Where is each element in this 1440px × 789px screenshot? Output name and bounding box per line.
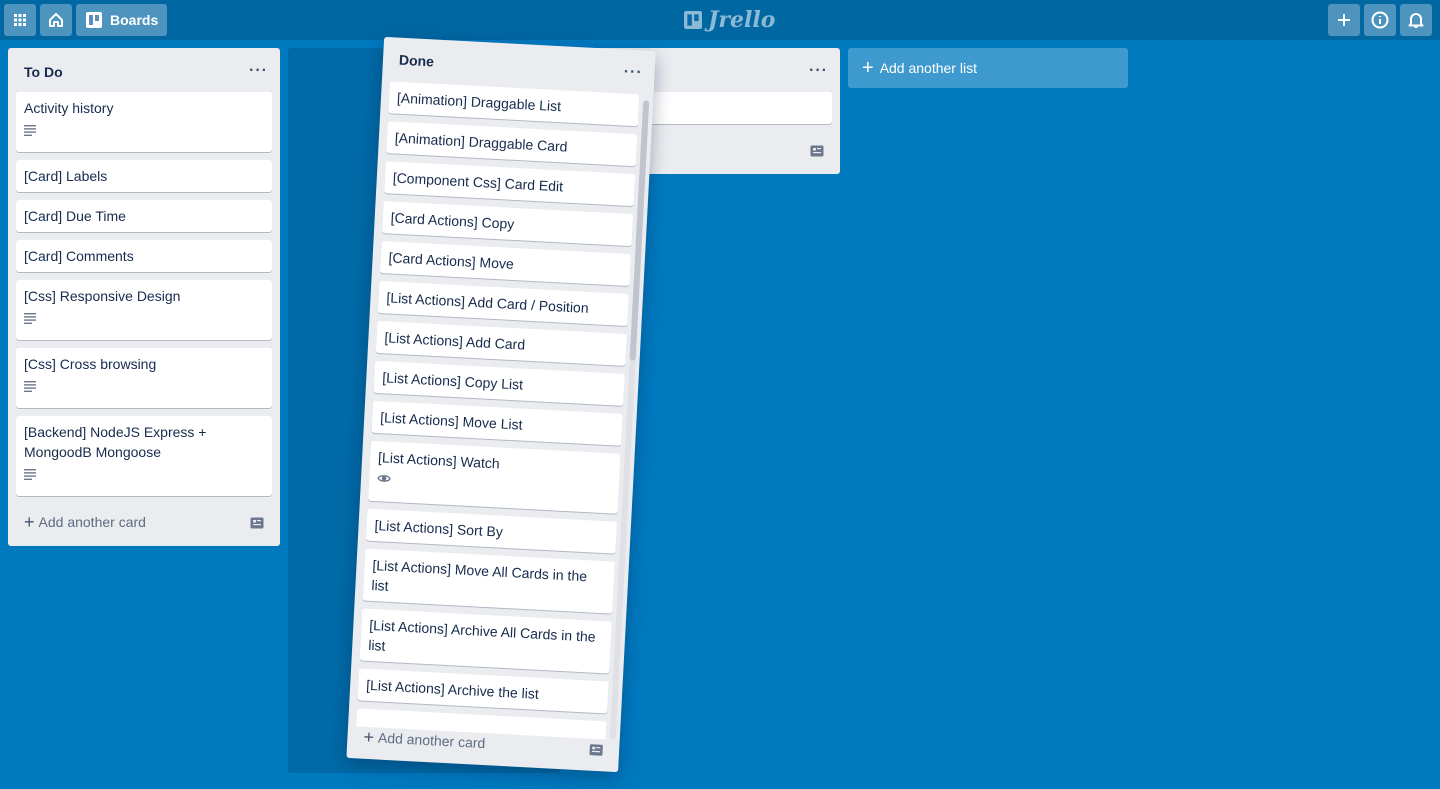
logo-board-icon <box>684 11 702 29</box>
list-title[interactable]: Done <box>399 52 435 70</box>
watch-eye-icon <box>377 475 391 482</box>
apps-button[interactable] <box>4 4 36 36</box>
card[interactable]: [Animation] Draggable List <box>388 81 640 127</box>
plus-icon: + <box>24 512 35 532</box>
card[interactable]: [Card] Comments <box>16 240 272 272</box>
info-button[interactable] <box>1364 4 1396 36</box>
card-list: [Animation] Draggable List [Animation] D… <box>356 81 640 740</box>
card[interactable]: [List Actions] Move All Cards in the lis… <box>362 548 616 614</box>
card-title: [Card] Comments <box>24 248 134 264</box>
card-title: [List Actions] Add Card <box>384 329 526 353</box>
card-title: [List Actions] Move All Cards in the lis… <box>371 557 588 594</box>
card[interactable]: [List Actions] Archive All Cards in the … <box>359 608 612 674</box>
card[interactable]: [List Actions] Archive the list <box>357 668 609 714</box>
boards-button[interactable]: Boards <box>76 4 167 36</box>
card-template-icon[interactable] <box>810 145 824 157</box>
card[interactable]: [List Actions] Copy List <box>373 360 625 406</box>
card-title: [Backend] NodeJS Express + MongoodB Mong… <box>24 424 207 460</box>
list-menu-button[interactable]: ··· <box>623 63 643 81</box>
card-title: [List Actions] Copy List <box>381 369 524 393</box>
plus-icon: + <box>363 726 375 748</box>
add-list-label: Add another list <box>879 60 977 76</box>
card[interactable]: [Animation] Draggable Card <box>386 121 638 167</box>
card[interactable]: [Component Css] Card Edit <box>384 161 636 207</box>
bell-icon <box>1408 13 1424 28</box>
info-icon <box>1371 11 1389 29</box>
list-done-dragging[interactable]: Done ··· [Animation] Draggable List [Ani… <box>346 36 656 773</box>
description-icon <box>24 313 36 324</box>
card[interactable]: [List Actions] Sort By <box>365 508 618 554</box>
card[interactable]: [Backend] NodeJS Express + MongoodB Mong… <box>16 416 272 496</box>
card-title: [Animation] Draggable List <box>396 89 562 115</box>
add-card-button[interactable]: + Add another card <box>24 512 146 532</box>
add-card-label: Add another card <box>38 514 146 530</box>
card[interactable]: [List Actions] Move List <box>371 400 623 446</box>
card-title: Activity history <box>24 100 114 116</box>
card-title: [Card] Due Time <box>24 208 126 224</box>
card[interactable]: [List Actions] Add Card <box>375 320 627 366</box>
notifications-button[interactable] <box>1400 4 1432 36</box>
card[interactable]: [Css] Cross browsing <box>16 348 272 408</box>
card-title: [List Actions] Move List <box>379 409 523 433</box>
list-title[interactable]: To Do <box>24 64 63 80</box>
card-title: [Component Css] Card Edit <box>392 169 564 195</box>
card-title: [List Actions] Sort By <box>374 517 504 540</box>
card-title: [Card] Labels <box>24 168 108 184</box>
card[interactable]: [Card Actions] Move <box>379 241 632 287</box>
home-button[interactable] <box>40 4 72 36</box>
create-button[interactable] <box>1328 4 1360 36</box>
top-bar: Boards Jrello <box>0 0 1440 40</box>
card[interactable]: [List Actions] Add Card / Position <box>377 280 630 327</box>
card[interactable]: [Card Actions] Copy <box>381 201 634 247</box>
card-title: [Css] Cross browsing <box>24 356 157 372</box>
description-icon <box>24 469 36 480</box>
card-title: [Animation] Draggable Card <box>394 129 568 155</box>
card-title: [List Actions] Archive All Cards in the … <box>367 616 596 654</box>
add-list-button[interactable]: + Add another list <box>848 48 1128 88</box>
card[interactable]: [Card] Due Time <box>16 200 272 232</box>
card[interactable]: [Css] Responsive Design <box>16 280 272 340</box>
card-title: [Card Actions] Copy <box>390 209 515 232</box>
card-title: [Card Actions] Move <box>388 249 515 272</box>
apps-grid-icon <box>14 14 26 26</box>
app-logo[interactable]: Jrello <box>684 6 775 34</box>
card-template-icon[interactable] <box>589 744 604 757</box>
home-icon <box>49 13 63 27</box>
plus-icon: + <box>862 57 874 79</box>
card-title: [List Actions] Add Card / Position <box>386 289 590 316</box>
card[interactable]: [List Actions] Watch <box>367 440 621 514</box>
add-card-label: Add another card <box>377 729 486 752</box>
plus-icon <box>1338 14 1350 26</box>
card-template-icon[interactable] <box>250 517 264 529</box>
card-title: [List Actions] Archive the list <box>365 676 540 702</box>
boards-icon <box>86 12 102 28</box>
card[interactable]: Activity history <box>16 92 272 152</box>
card[interactable]: [Card] Labels <box>16 160 272 192</box>
list-todo: To Do ··· Activity history [Card] Labels… <box>8 48 280 546</box>
list-menu-button[interactable]: ··· <box>249 63 268 79</box>
logo-text: Jrello <box>708 7 776 33</box>
description-icon <box>24 381 36 392</box>
card-title: [Css] Responsive Design <box>24 288 181 304</box>
list-menu-button[interactable]: ··· <box>809 63 828 79</box>
boards-label: Boards <box>110 12 159 28</box>
card-title: [List Actions] Watch <box>377 449 501 472</box>
description-icon <box>24 125 36 136</box>
